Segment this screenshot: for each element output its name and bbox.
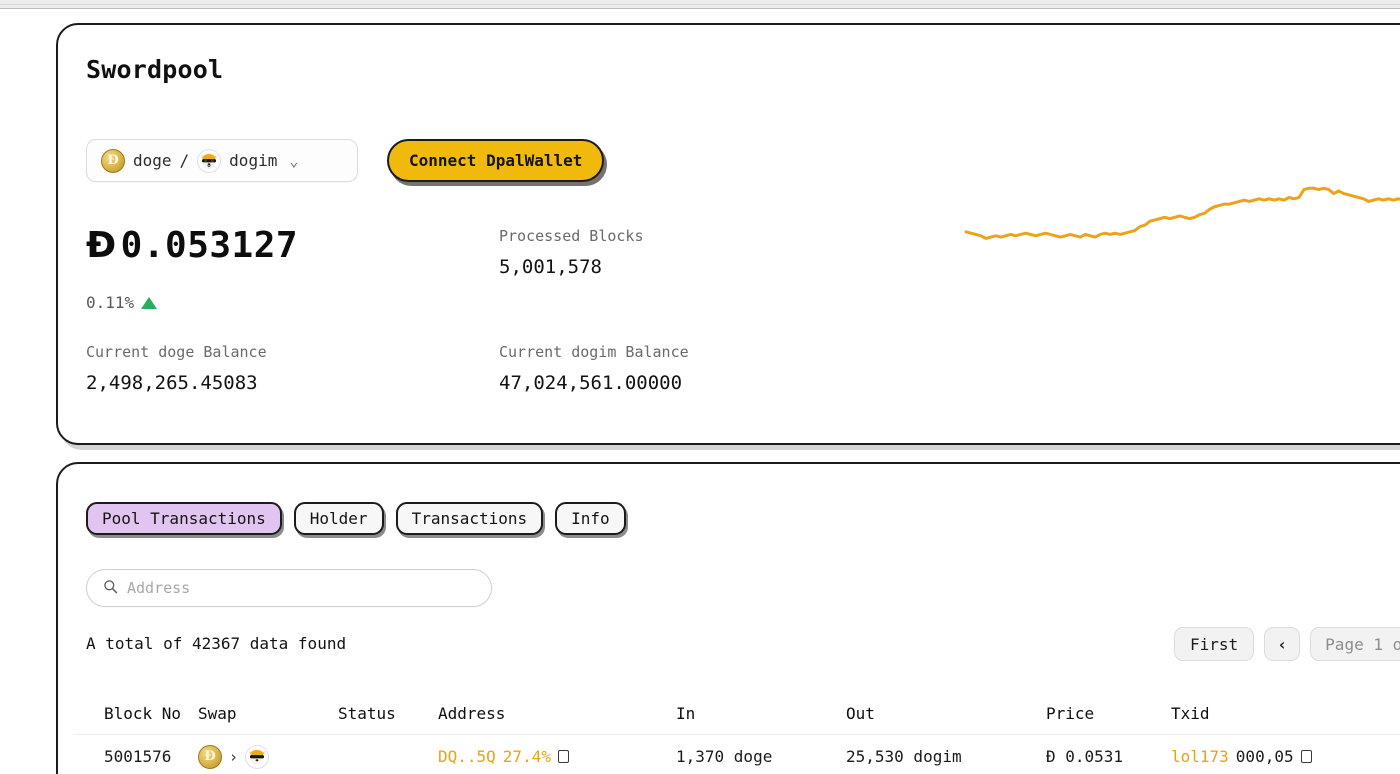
- table-row[interactable]: 5001576 Ð ›: [74, 734, 1400, 774]
- browser-chrome-strip: [0, 0, 1400, 9]
- cell-address: DQ..5Q 27.4%: [438, 747, 676, 766]
- stat-value: 5,001,578: [499, 256, 644, 278]
- page-title: Swordpool: [86, 55, 223, 84]
- column-header-swap: Swap: [198, 704, 338, 723]
- copy-icon[interactable]: [1301, 750, 1312, 763]
- stat-label: Current dogim Balance: [499, 343, 689, 361]
- stat-value: 47,024,561.00000: [499, 372, 689, 394]
- column-header-out: Out: [846, 704, 1046, 723]
- search-icon: [103, 579, 118, 598]
- stat-doge-balance: Current doge Balance 2,498,265.45083: [86, 343, 267, 394]
- transactions-panel-card: Pool Transactions Holder Transactions In…: [56, 462, 1400, 774]
- address-link[interactable]: DQ..5Q: [438, 747, 496, 766]
- cell-out: 25,530 dogim: [846, 747, 1046, 766]
- stat-label: Processed Blocks: [499, 227, 644, 245]
- txid-extra: 000,05: [1236, 747, 1294, 766]
- cell-swap: Ð ›: [198, 745, 338, 769]
- column-header-in: In: [676, 704, 846, 723]
- column-header-txid: Txid: [1171, 704, 1210, 723]
- total-results-text: A total of 42367 data found: [86, 634, 346, 653]
- price-change: 0.11%: [86, 293, 157, 312]
- doge-coin-icon: Ð: [198, 745, 222, 769]
- tab-info[interactable]: Info: [555, 502, 626, 535]
- chevron-down-icon: ⌄: [289, 152, 298, 170]
- swap-arrow-icon: ›: [229, 748, 238, 766]
- pool-price: Đ0.053127: [86, 225, 298, 266]
- panel-tabs: Pool Transactions Holder Transactions In…: [86, 502, 626, 535]
- cell-price: Đ 0.0531: [1046, 747, 1171, 766]
- triangle-up-icon: [141, 297, 157, 309]
- pair-base-label: doge: [133, 151, 172, 170]
- table-header-row: Block No Swap Status Address In Out Pric…: [74, 692, 1400, 734]
- dogim-shiba-icon: [197, 149, 221, 173]
- stat-value: 2,498,265.45083: [86, 372, 267, 394]
- copy-icon[interactable]: [558, 750, 569, 763]
- column-header-block-no: Block No: [74, 704, 198, 723]
- pair-selector[interactable]: Ð doge / dogim ⌄: [86, 139, 358, 182]
- price-value: 0.053127: [121, 225, 298, 266]
- pair-separator: /: [180, 151, 190, 170]
- pool-overview-card: Swordpool Ð doge / dogi: [56, 23, 1400, 445]
- dogim-shiba-icon: [245, 745, 269, 769]
- tab-pool-transactions[interactable]: Pool Transactions: [86, 502, 282, 535]
- column-header-status: Status: [338, 704, 438, 723]
- cell-in: 1,370 doge: [676, 747, 846, 766]
- cell-block-no: 5001576: [74, 747, 198, 766]
- doge-coin-icon: Ð: [101, 149, 125, 173]
- transactions-table: Block No Swap Status Address In Out Pric…: [74, 692, 1400, 774]
- pair-quote-label: dogim: [229, 151, 277, 170]
- address-tag: 27.4%: [503, 747, 551, 766]
- address-search-box[interactable]: [86, 569, 492, 607]
- cell-txid: lol173 000,05: [1171, 747, 1312, 766]
- tab-transactions[interactable]: Transactions: [396, 502, 544, 535]
- stat-processed-blocks: Processed Blocks 5,001,578: [499, 227, 644, 278]
- pagination-prev-button[interactable]: ‹: [1264, 627, 1300, 661]
- column-header-price: Price: [1046, 704, 1171, 723]
- search-input[interactable]: [127, 579, 475, 597]
- tab-holder[interactable]: Holder: [294, 502, 384, 535]
- txid-link[interactable]: lol173: [1171, 747, 1229, 766]
- connect-wallet-button[interactable]: Connect DpalWallet: [387, 139, 604, 182]
- currency-symbol: Đ: [86, 225, 117, 266]
- price-change-percent: 0.11%: [86, 293, 134, 312]
- price-sparkline-chart: [798, 49, 1400, 259]
- stat-label: Current doge Balance: [86, 343, 267, 361]
- pagination: First ‹ Page 1 o: [1174, 627, 1400, 661]
- stat-dogim-balance: Current dogim Balance 47,024,561.00000: [499, 343, 689, 394]
- pagination-first-button[interactable]: First: [1174, 627, 1254, 661]
- pagination-page-label: Page 1 o: [1310, 627, 1400, 661]
- column-header-address: Address: [438, 704, 676, 723]
